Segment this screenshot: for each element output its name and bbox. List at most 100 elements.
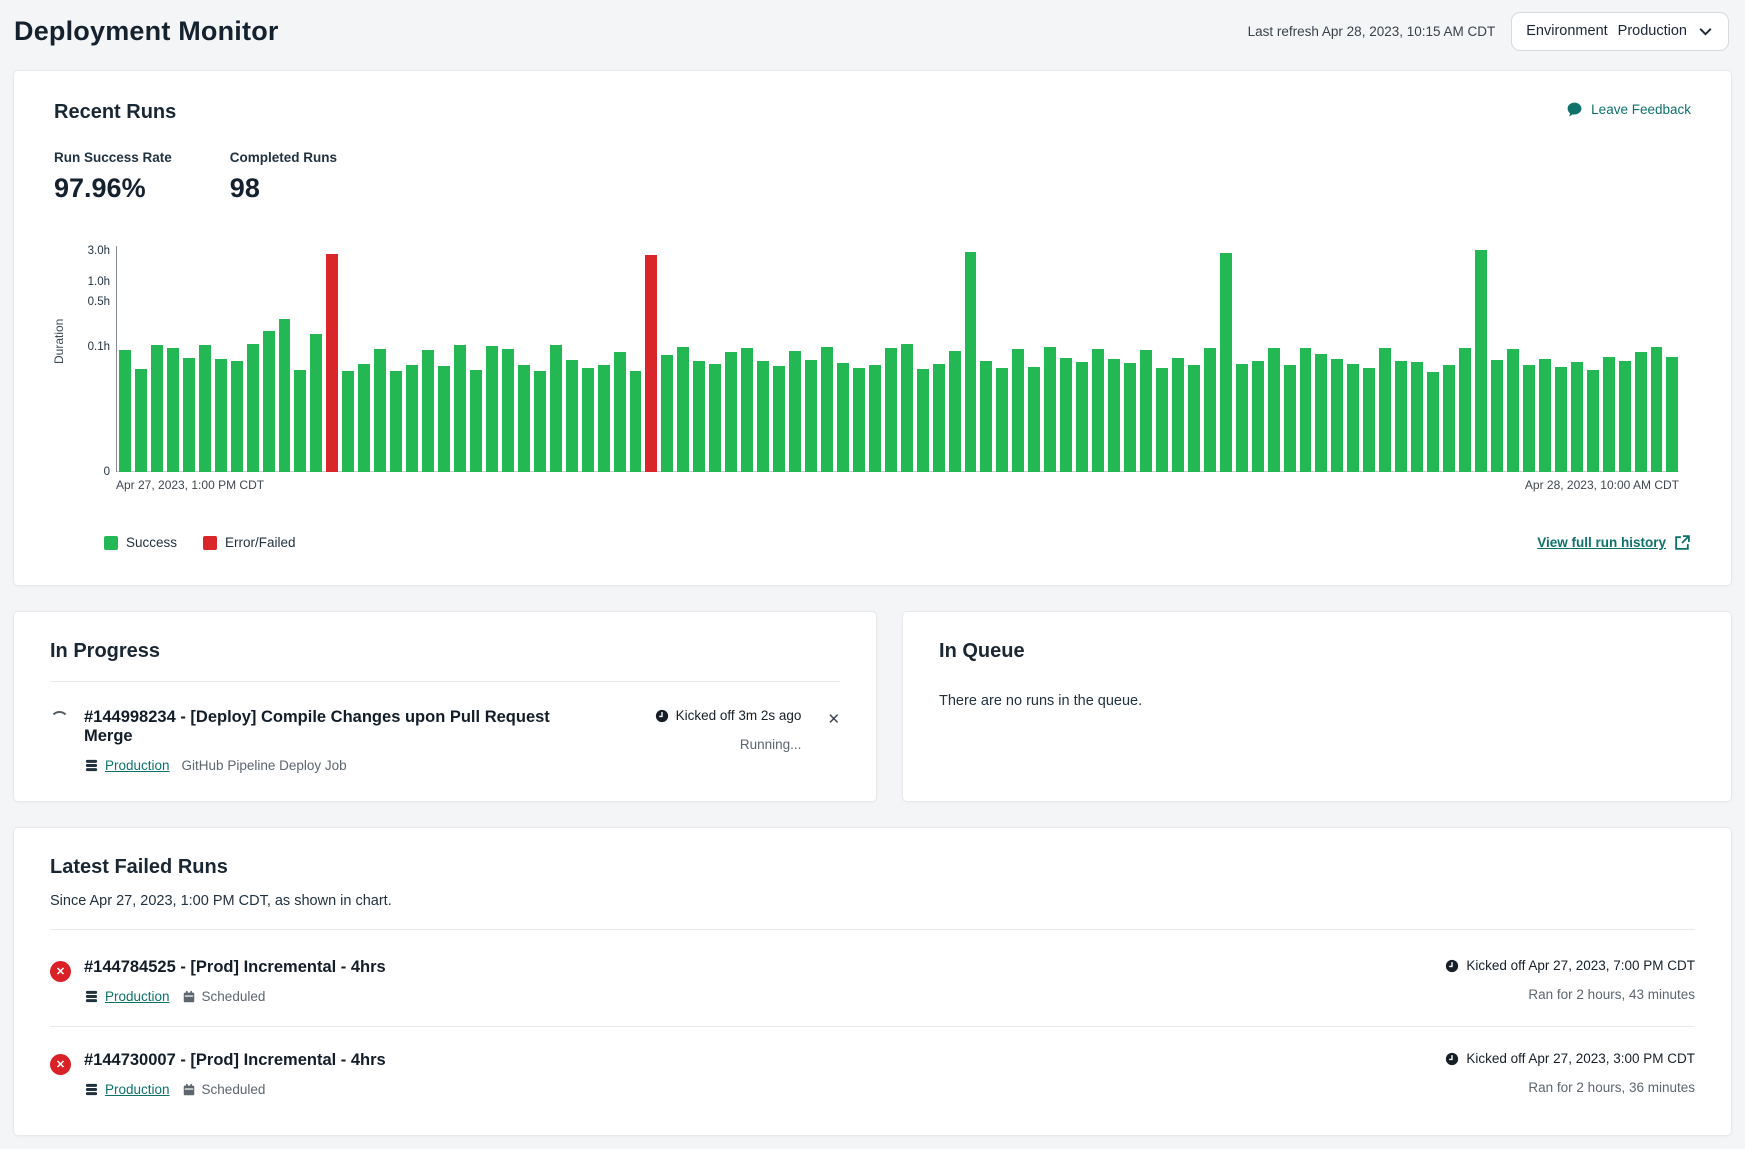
success-run-bar[interactable]: [390, 371, 402, 472]
success-run-bar[interactable]: [789, 351, 801, 472]
success-run-bar[interactable]: [358, 364, 370, 472]
success-run-bar[interactable]: [901, 344, 913, 472]
success-run-bar[interactable]: [406, 365, 418, 472]
success-run-bar[interactable]: [725, 352, 737, 472]
success-run-bar[interactable]: [1252, 361, 1264, 472]
success-run-bar[interactable]: [518, 365, 530, 472]
success-run-bar[interactable]: [933, 364, 945, 472]
success-run-bar[interactable]: [1491, 360, 1503, 472]
success-run-bar[interactable]: [119, 350, 131, 472]
success-run-bar[interactable]: [1108, 359, 1120, 472]
success-run-bar[interactable]: [263, 331, 275, 472]
success-run-bar[interactable]: [757, 361, 769, 472]
success-run-bar[interactable]: [167, 348, 179, 472]
failed-run-bar[interactable]: [645, 255, 657, 472]
success-run-bar[interactable]: [215, 359, 227, 472]
failed-run-bar[interactable]: [326, 254, 338, 472]
success-run-bar[interactable]: [996, 368, 1008, 472]
success-run-bar[interactable]: [1619, 361, 1631, 473]
success-run-bar[interactable]: [1236, 364, 1248, 472]
success-run-bar[interactable]: [1044, 347, 1056, 472]
success-run-bar[interactable]: [470, 370, 482, 472]
success-run-bar[interactable]: [837, 363, 849, 472]
success-run-bar[interactable]: [1315, 354, 1327, 472]
view-full-run-history-link[interactable]: View full run history: [1537, 534, 1691, 551]
success-run-bar[interactable]: [980, 361, 992, 473]
success-run-bar[interactable]: [1363, 368, 1375, 472]
success-run-bar[interactable]: [1076, 362, 1088, 472]
success-run-bar[interactable]: [1012, 349, 1024, 472]
success-run-bar[interactable]: [885, 348, 897, 472]
success-run-bar[interactable]: [1603, 357, 1615, 472]
success-run-bar[interactable]: [1188, 365, 1200, 472]
success-run-bar[interactable]: [454, 345, 466, 472]
success-run-bar[interactable]: [342, 371, 354, 472]
success-run-bar[interactable]: [1523, 365, 1535, 472]
success-run-bar[interactable]: [949, 351, 961, 472]
success-run-bar[interactable]: [1284, 365, 1296, 472]
success-run-bar[interactable]: [1411, 362, 1423, 472]
success-run-bar[interactable]: [1507, 349, 1519, 472]
success-run-bar[interactable]: [1331, 359, 1343, 472]
success-run-bar[interactable]: [1635, 352, 1647, 472]
success-run-bar[interactable]: [1204, 348, 1216, 472]
success-run-bar[interactable]: [1571, 362, 1583, 472]
in-progress-environment-link[interactable]: Production: [105, 758, 170, 773]
success-run-bar[interactable]: [1028, 367, 1040, 472]
success-run-bar[interactable]: [231, 361, 243, 472]
success-run-bar[interactable]: [550, 345, 562, 472]
success-run-bar[interactable]: [1539, 359, 1551, 472]
success-run-bar[interactable]: [805, 360, 817, 472]
success-run-bar[interactable]: [1140, 350, 1152, 472]
success-run-bar[interactable]: [486, 346, 498, 472]
success-run-bar[interactable]: [582, 368, 594, 472]
success-run-bar[interactable]: [1475, 250, 1487, 472]
success-run-bar[interactable]: [709, 364, 721, 472]
success-run-bar[interactable]: [294, 370, 306, 472]
success-run-bar[interactable]: [502, 349, 514, 472]
success-run-bar[interactable]: [1459, 348, 1471, 472]
success-run-bar[interactable]: [438, 366, 450, 472]
success-run-bar[interactable]: [1172, 358, 1184, 472]
environment-dropdown[interactable]: Environment Production: [1511, 12, 1729, 51]
success-run-bar[interactable]: [374, 349, 386, 472]
success-run-bar[interactable]: [965, 252, 977, 472]
success-run-bar[interactable]: [1156, 368, 1168, 472]
success-run-bar[interactable]: [630, 371, 642, 472]
success-run-bar[interactable]: [1268, 348, 1280, 472]
success-run-bar[interactable]: [1347, 364, 1359, 472]
success-run-bar[interactable]: [247, 344, 259, 472]
success-run-bar[interactable]: [310, 334, 322, 472]
chart-bars[interactable]: [119, 246, 1679, 472]
success-run-bar[interactable]: [151, 345, 163, 472]
success-run-bar[interactable]: [135, 369, 147, 472]
success-run-bar[interactable]: [614, 352, 626, 472]
failed-run-environment-link[interactable]: Production: [105, 989, 170, 1004]
success-run-bar[interactable]: [1300, 348, 1312, 472]
success-run-bar[interactable]: [917, 369, 929, 472]
success-run-bar[interactable]: [422, 350, 434, 472]
leave-feedback-link[interactable]: Leave Feedback: [1566, 101, 1691, 118]
success-run-bar[interactable]: [677, 347, 689, 472]
success-run-bar[interactable]: [1124, 363, 1136, 472]
success-run-bar[interactable]: [566, 360, 578, 472]
success-run-bar[interactable]: [741, 348, 753, 472]
success-run-bar[interactable]: [534, 371, 546, 472]
success-run-bar[interactable]: [869, 365, 881, 472]
close-icon[interactable]: ✕: [827, 708, 840, 729]
success-run-bar[interactable]: [279, 319, 291, 472]
success-run-bar[interactable]: [598, 365, 610, 472]
success-run-bar[interactable]: [773, 366, 785, 472]
success-run-bar[interactable]: [1220, 253, 1232, 472]
success-run-bar[interactable]: [199, 345, 211, 472]
success-run-bar[interactable]: [183, 358, 195, 472]
success-run-bar[interactable]: [1443, 365, 1455, 472]
success-run-bar[interactable]: [853, 368, 865, 472]
success-run-bar[interactable]: [693, 361, 705, 473]
success-run-bar[interactable]: [1587, 370, 1599, 472]
success-run-bar[interactable]: [1555, 367, 1567, 472]
success-run-bar[interactable]: [661, 355, 673, 472]
failed-run-environment-link[interactable]: Production: [105, 1082, 170, 1097]
success-run-bar[interactable]: [1379, 348, 1391, 472]
success-run-bar[interactable]: [1092, 349, 1104, 472]
